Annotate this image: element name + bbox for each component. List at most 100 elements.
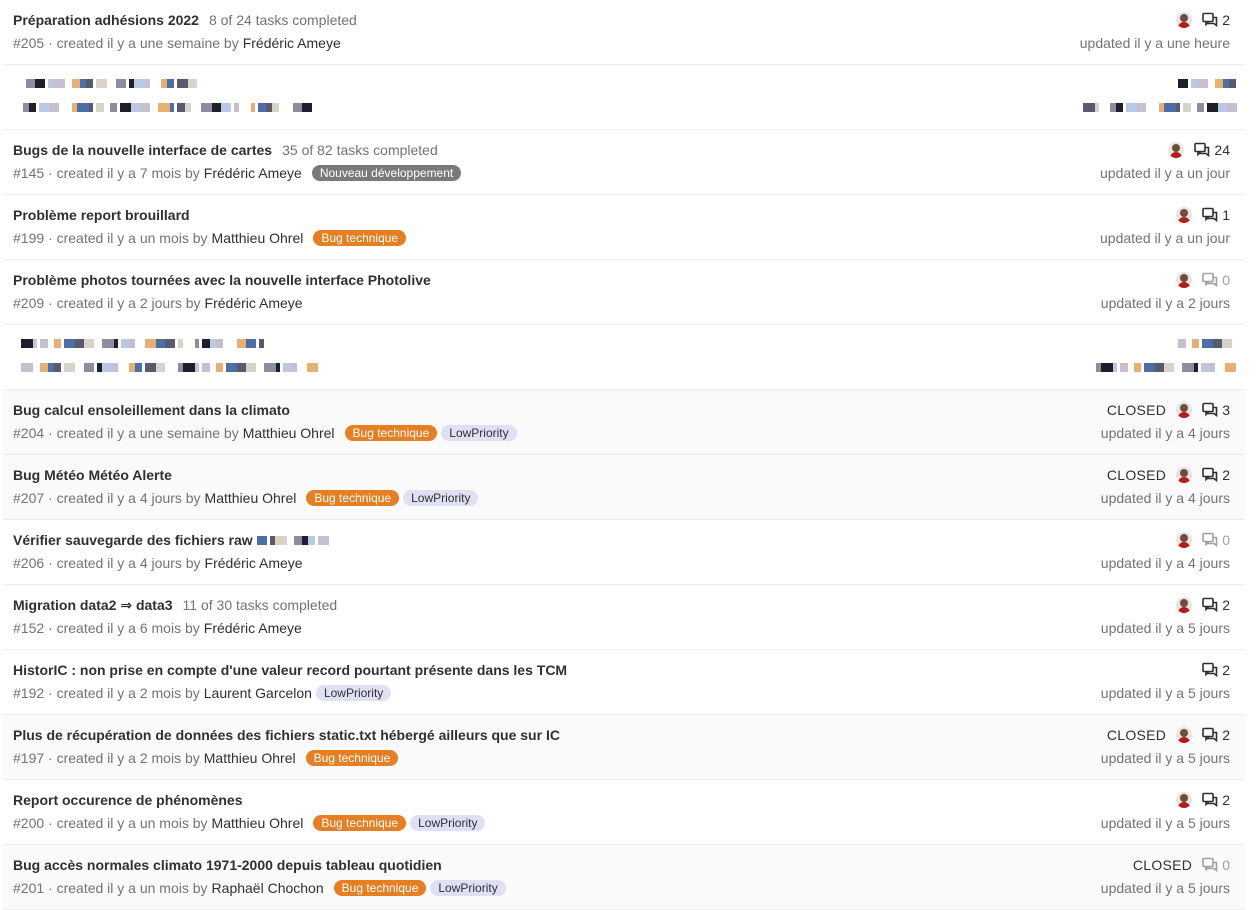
author-link[interactable]: Matthieu Ohrel bbox=[243, 425, 335, 441]
comments-count[interactable]: 2 bbox=[1202, 662, 1230, 678]
issue-title-link[interactable]: Vérifier sauvegarde des fichiers raw bbox=[13, 532, 253, 548]
avatar-icon[interactable] bbox=[1176, 467, 1193, 483]
issue-main: HistorIC : non prise en compte d'une val… bbox=[13, 660, 985, 703]
author-link[interactable]: Frédéric Ameye bbox=[204, 165, 302, 181]
avatar-icon[interactable] bbox=[1176, 207, 1193, 223]
issue-label[interactable]: Bug technique bbox=[313, 815, 407, 831]
issue-title-link[interactable]: Bugs de la nouvelle interface de cartes bbox=[13, 142, 272, 158]
comments-count[interactable]: 2 bbox=[1202, 597, 1230, 613]
issue-title-link[interactable]: Problème report brouillard bbox=[13, 207, 190, 223]
avatar-icon[interactable] bbox=[1168, 142, 1185, 158]
issue-label[interactable]: Bug technique bbox=[305, 750, 399, 766]
author-link[interactable]: Frédéric Ameye bbox=[204, 620, 302, 636]
author-link[interactable]: Frédéric Ameye bbox=[243, 35, 341, 51]
avatar-icon[interactable] bbox=[1176, 597, 1193, 613]
issue-row[interactable]: Problème report brouillard #199 · created… bbox=[3, 195, 1245, 260]
issue-row[interactable]: Préparation adhésions 2022 8 of 24 tasks … bbox=[3, 0, 1245, 65]
issue-row[interactable]: Problème photos tournées avec la nouvell… bbox=[3, 260, 1245, 325]
redacted-block bbox=[307, 536, 315, 545]
author-link[interactable]: Matthieu Ohrel bbox=[212, 815, 304, 831]
author-link[interactable]: Matthieu Ohrel bbox=[204, 750, 296, 766]
redacted-block bbox=[258, 103, 266, 112]
redacted-block bbox=[1120, 363, 1128, 372]
issue-status: 0 bbox=[1101, 530, 1230, 550]
comments-count[interactable]: 0 bbox=[1202, 857, 1230, 873]
issue-row-redacted[interactable] bbox=[3, 325, 1245, 390]
issue-row[interactable]: Report occurence de phénomènes #200 · cre… bbox=[3, 780, 1245, 845]
comments-count[interactable]: 2 bbox=[1202, 727, 1230, 743]
comments-count[interactable]: 24 bbox=[1194, 142, 1230, 158]
issue-row[interactable]: Plus de récupération de données des fich… bbox=[3, 715, 1245, 780]
avatar-icon[interactable] bbox=[1176, 792, 1193, 808]
redacted-block bbox=[129, 339, 135, 348]
issue-label[interactable]: LowPriority bbox=[315, 685, 392, 701]
comments-count[interactable]: 0 bbox=[1202, 532, 1230, 548]
avatar-icon[interactable] bbox=[1176, 12, 1193, 28]
comments-number: 1 bbox=[1222, 207, 1230, 223]
issue-label[interactable]: LowPriority bbox=[410, 815, 486, 831]
issue-label[interactable]: Bug technique bbox=[344, 425, 438, 441]
issue-row[interactable]: Bug calcul ensoleillement dans la climat… bbox=[3, 390, 1245, 455]
issue-title-link[interactable]: Bug calcul ensoleillement dans la climat… bbox=[13, 402, 290, 418]
redacted-block bbox=[167, 79, 174, 88]
comments-count[interactable]: 2 bbox=[1202, 792, 1230, 808]
redacted-block bbox=[188, 79, 197, 88]
issue-title-link[interactable]: HistorIC : non prise en compte d'une val… bbox=[13, 662, 567, 678]
avatar-icon[interactable] bbox=[1176, 272, 1193, 288]
redacted-block bbox=[1178, 339, 1186, 348]
redacted-block bbox=[276, 363, 280, 372]
issue-row[interactable]: Bug Météo Météo Alerte #207 · created il … bbox=[3, 455, 1245, 520]
redacted-block bbox=[50, 103, 59, 112]
author-link[interactable]: Matthieu Ohrel bbox=[205, 490, 297, 506]
redacted-block bbox=[102, 339, 114, 348]
issue-row[interactable]: HistorIC : non prise en compte d'une val… bbox=[3, 650, 1245, 715]
redacted-block bbox=[116, 79, 126, 88]
redacted-block bbox=[216, 339, 223, 348]
redacted-block bbox=[246, 363, 256, 372]
avatar-icon[interactable] bbox=[1176, 532, 1193, 548]
author-link[interactable]: Matthieu Ohrel bbox=[212, 230, 304, 246]
issue-row[interactable]: Bugs de la nouvelle interface de cartes 3… bbox=[3, 130, 1245, 195]
issue-label[interactable]: LowPriority bbox=[403, 490, 479, 506]
comments-count[interactable]: 2 bbox=[1202, 12, 1230, 28]
issue-title-link[interactable]: Problème photos tournées avec la nouvell… bbox=[13, 272, 431, 288]
comments-count[interactable]: 2 bbox=[1202, 467, 1230, 483]
redacted-block bbox=[202, 363, 210, 372]
issue-label[interactable]: Bug technique bbox=[306, 490, 400, 506]
avatar-icon[interactable] bbox=[1176, 402, 1193, 418]
issue-side: CLOSED 2 updated il y a 4 jours bbox=[1101, 465, 1230, 508]
comments-count[interactable]: 1 bbox=[1202, 207, 1230, 223]
issue-title-link[interactable]: Report occurence de phénomènes bbox=[13, 792, 243, 808]
comments-count[interactable]: 3 bbox=[1202, 402, 1230, 418]
author-link[interactable]: Frédéric Ameye bbox=[205, 555, 303, 571]
issue-created-info: #201 · created il y a un mois by bbox=[13, 880, 208, 896]
issue-status: 2 bbox=[1101, 595, 1230, 615]
comments-count[interactable]: 0 bbox=[1202, 272, 1230, 288]
issue-created-info: #207 · created il y a 4 jours by bbox=[13, 490, 201, 506]
issue-title-link[interactable]: Plus de récupération de données des fich… bbox=[13, 727, 560, 743]
author-link[interactable]: Laurent Garcelon bbox=[204, 685, 312, 701]
issue-label[interactable]: Bug technique bbox=[313, 230, 407, 246]
issue-title-link[interactable]: Bug Météo Météo Alerte bbox=[13, 467, 172, 483]
issue-title-link[interactable]: Bug accès normales climato 1971-2000 dep… bbox=[13, 857, 442, 873]
avatar-icon[interactable] bbox=[1176, 727, 1193, 743]
issue-label[interactable]: Nouveau développement bbox=[311, 165, 462, 181]
author-link[interactable]: Raphaël Chochon bbox=[212, 880, 324, 896]
author-link[interactable]: Frédéric Ameye bbox=[205, 295, 303, 311]
issue-list: Préparation adhésions 2022 8 of 24 tasks … bbox=[3, 0, 1245, 910]
issue-label[interactable]: LowPriority bbox=[441, 425, 517, 441]
issue-row[interactable]: Vérifier sauvegarde des fichiers raw #206… bbox=[3, 520, 1245, 585]
redacted-block bbox=[21, 363, 33, 372]
redacted-block bbox=[237, 363, 246, 372]
comments-number: 0 bbox=[1222, 532, 1230, 548]
issue-label[interactable]: Bug technique bbox=[333, 880, 427, 896]
redacted-block bbox=[1227, 103, 1237, 112]
issue-row[interactable]: Migration data2 ⇒ data3 11 of 30 tasks co… bbox=[3, 585, 1245, 650]
issue-row-redacted[interactable] bbox=[3, 65, 1245, 130]
issue-title-link[interactable]: Préparation adhésions 2022 bbox=[13, 12, 199, 28]
issue-row[interactable]: Bug accès normales climato 1971-2000 dep… bbox=[3, 845, 1245, 910]
issue-label[interactable]: LowPriority bbox=[430, 880, 506, 896]
redacted-block bbox=[234, 103, 239, 112]
redacted-block bbox=[134, 79, 146, 88]
issue-title-link[interactable]: Migration data2 ⇒ data3 bbox=[13, 597, 173, 614]
